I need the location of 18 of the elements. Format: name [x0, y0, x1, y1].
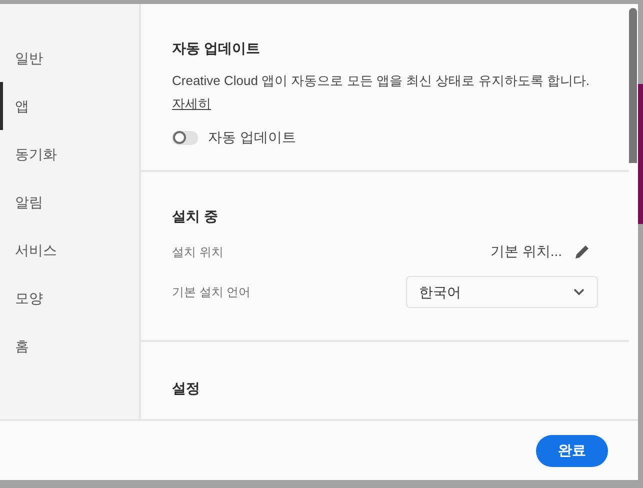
done-button[interactable]: 완료 — [536, 434, 608, 466]
learn-more-link[interactable]: 자세히 — [172, 96, 211, 111]
sidebar-item[interactable]: 앱 — [0, 82, 139, 130]
sidebar-item[interactable]: 동기화 — [0, 130, 139, 178]
sidebar-item[interactable]: 모양 — [0, 274, 139, 322]
location-value: 기본 위치... — [490, 242, 562, 261]
sidebar-item[interactable]: 알림 — [0, 178, 139, 226]
field-label: 설치 위치 — [172, 244, 224, 260]
section-title: 자동 업데이트 — [172, 39, 261, 58]
description-text: Creative Cloud 앱이 자동으로 모든 앱을 최신 상태로 유지하도록 합니다. 자세히 — [172, 72, 590, 113]
language-dropdown[interactable]: 한국어 — [406, 276, 598, 308]
sidebar-item[interactable]: 홈 — [0, 322, 139, 370]
field-label: 기본 설치 언어 — [172, 284, 251, 301]
toggle-label: 자동 업데이트 — [208, 128, 296, 147]
sidebar-item[interactable]: 서비스 — [0, 226, 139, 274]
sidebar-item[interactable]: 일반 — [0, 34, 139, 82]
section-title: 설정 — [172, 379, 201, 398]
section-title: 설치 중 — [172, 207, 219, 226]
